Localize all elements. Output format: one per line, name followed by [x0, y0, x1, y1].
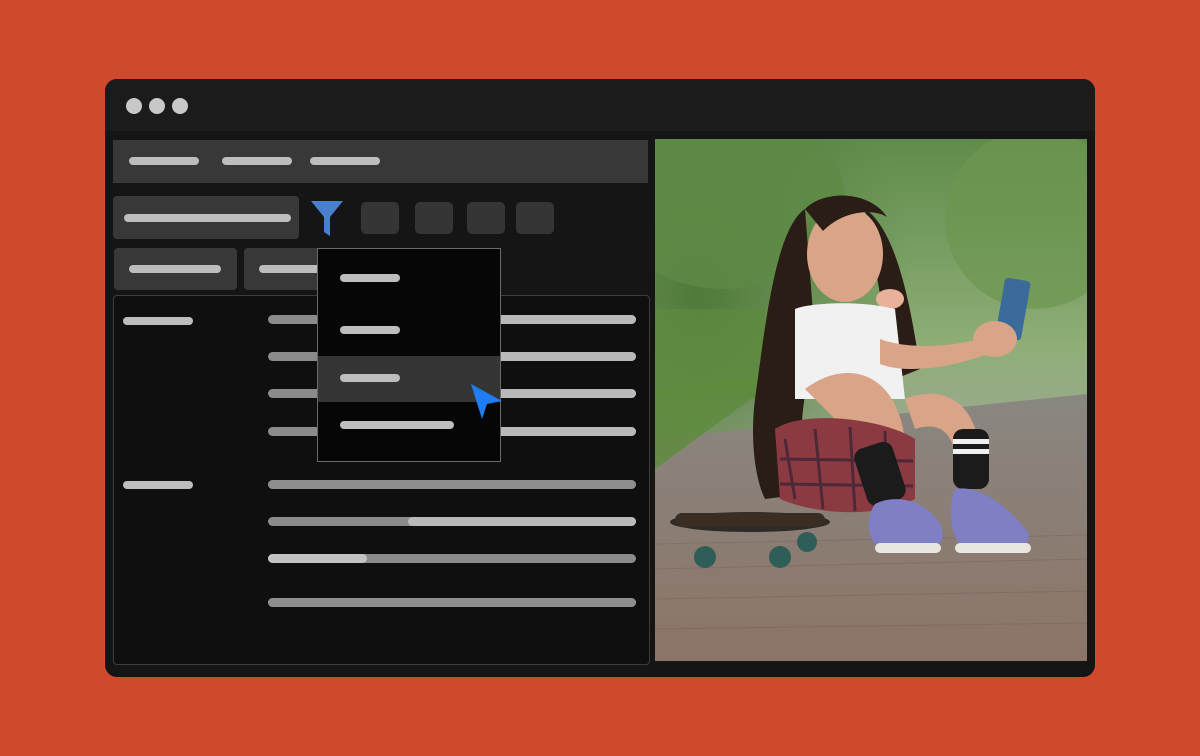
- menu-bar: [113, 140, 648, 183]
- search-input[interactable]: [113, 196, 299, 239]
- tab-label-1: [129, 265, 221, 273]
- close-window-button[interactable]: [126, 98, 142, 114]
- dropdown-option-1[interactable]: [318, 255, 500, 301]
- app-window: [105, 79, 1095, 677]
- maximize-window-button[interactable]: [172, 98, 188, 114]
- row-label-2: [123, 481, 193, 489]
- filter-icon[interactable]: [310, 200, 344, 238]
- toolbar-button-3[interactable]: [467, 202, 505, 234]
- progress-bar: [268, 554, 636, 563]
- row-label-1: [123, 317, 193, 325]
- progress-bar: [268, 598, 636, 607]
- menu-item-1[interactable]: [129, 157, 199, 165]
- photo-girl-skateboard: [655, 139, 1087, 661]
- cursor-icon: [471, 384, 502, 419]
- filter-dropdown: [317, 248, 501, 462]
- menu-item-2[interactable]: [222, 157, 292, 165]
- dropdown-option-2[interactable]: [318, 307, 500, 353]
- toolbar-button-1[interactable]: [361, 202, 399, 234]
- dropdown-option-label: [340, 374, 400, 382]
- title-bar: [105, 79, 1095, 131]
- tab-button-1[interactable]: [114, 248, 237, 290]
- progress-bar: [268, 480, 636, 489]
- menu-item-3[interactable]: [310, 157, 380, 165]
- progress-bar: [268, 517, 636, 526]
- toolbar-button-2[interactable]: [415, 202, 453, 234]
- preview-image: [655, 139, 1087, 661]
- minimize-window-button[interactable]: [149, 98, 165, 114]
- dropdown-option-label: [340, 274, 400, 282]
- toolbar-button-4[interactable]: [516, 202, 554, 234]
- search-input-placeholder: [124, 214, 291, 222]
- dropdown-option-label: [340, 326, 400, 334]
- dropdown-option-label: [340, 421, 454, 429]
